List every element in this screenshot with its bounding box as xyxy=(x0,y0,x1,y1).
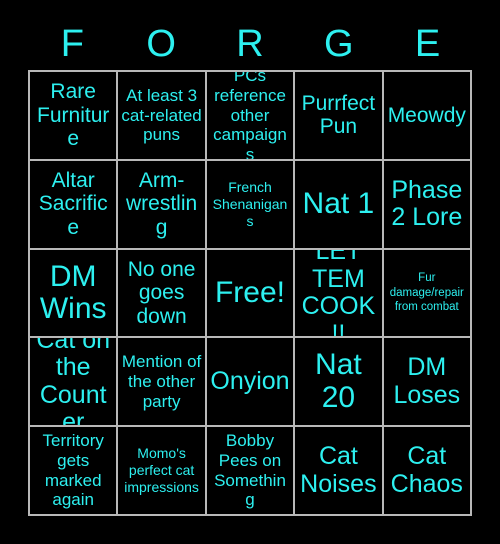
bingo-cell-label: Cat Noises xyxy=(300,442,377,498)
bingo-cell-r2c5[interactable]: Phase 2 Lore xyxy=(383,160,472,250)
bingo-cell-label: PCs reference other campaigns xyxy=(213,72,287,161)
bingo-cell-label: Purrfect Pun xyxy=(301,91,376,139)
bingo-cell-label: LET TEM COOK!! xyxy=(301,249,376,339)
bingo-cell-r5c5[interactable]: Cat Chaos xyxy=(383,427,472,516)
bingo-cell-label: At least 3 cat-related puns xyxy=(121,85,202,145)
bingo-cell-label: Fur damage/repair from combat xyxy=(389,272,464,314)
header-letter-4: G xyxy=(324,23,354,65)
bingo-cell-label: DM Loses xyxy=(393,353,461,409)
bingo-cell-r1c2[interactable]: At least 3 cat-related puns xyxy=(118,72,207,161)
header-letter-3: R xyxy=(236,23,264,65)
bingo-cell-r1c5[interactable]: Meowdy xyxy=(383,72,472,161)
bingo-cell-r4c4[interactable]: Nat 20 xyxy=(295,338,384,428)
bingo-free-label: Free! xyxy=(214,275,285,309)
bingo-cell-r2c4[interactable]: Nat 1 xyxy=(295,160,384,250)
bingo-cell-r5c2[interactable]: Momo's perfect cat impressions xyxy=(118,427,207,516)
bingo-cell-r3c1[interactable]: DM Wins xyxy=(30,249,119,339)
bingo-cell-r3c4[interactable]: LET TEM COOK!! xyxy=(295,249,384,339)
bingo-cell-r4c3[interactable]: Onyion xyxy=(206,338,296,428)
bingo-cell-label: No one goes down xyxy=(127,257,196,328)
bingo-cell-label: Mention of the other party xyxy=(121,352,202,411)
bingo-cell-label: Territory gets marked again xyxy=(42,431,104,510)
bingo-cell-label: Nat 20 xyxy=(315,348,362,414)
bingo-cell-r4c5[interactable]: DM Loses xyxy=(383,338,472,428)
bingo-cell-r4c1[interactable]: Cat on the Counter xyxy=(30,338,119,428)
bingo-cell-free[interactable]: Free! xyxy=(206,249,296,339)
bingo-cell-label: Momo's perfect cat impressions xyxy=(124,445,199,495)
header-letter-2: O xyxy=(146,23,176,65)
bingo-cell-r3c5[interactable]: Fur damage/repair from combat xyxy=(383,249,472,339)
header-letter-1: F xyxy=(60,23,84,65)
bingo-cell-r1c3[interactable]: PCs reference other campaigns xyxy=(206,72,296,161)
bingo-cell-label: Arm-wrestling xyxy=(126,168,198,239)
bingo-cell-r2c2[interactable]: Arm-wrestling xyxy=(118,160,207,250)
header-letter-5: E xyxy=(414,23,441,65)
bingo-cell-r2c3[interactable]: French Shenanigans xyxy=(206,160,296,250)
bingo-cell-r5c1[interactable]: Territory gets marked again xyxy=(30,427,119,516)
bingo-cell-r3c2[interactable]: No one goes down xyxy=(118,249,207,339)
bingo-cell-label: Meowdy xyxy=(387,103,466,127)
bingo-cell-label: Bobby Pees on Something xyxy=(214,431,286,510)
bingo-cell-label: Rare Furniture xyxy=(37,80,110,151)
bingo-cell-r5c4[interactable]: Cat Noises xyxy=(295,427,384,516)
bingo-cell-label: DM Wins xyxy=(39,259,107,325)
bingo-cell-r5c3[interactable]: Bobby Pees on Something xyxy=(206,427,296,516)
bingo-cell-label: French Shenanigans xyxy=(212,179,288,229)
bingo-cell-r1c4[interactable]: Purrfect Pun xyxy=(295,72,384,161)
bingo-cell-r1c1[interactable]: Rare Furniture xyxy=(30,72,119,161)
bingo-header-row: F O R G E xyxy=(28,18,472,70)
bingo-cell-r4c2[interactable]: Mention of the other party xyxy=(118,338,207,428)
bingo-cell-label: Onyion xyxy=(210,367,290,396)
bingo-cell-label: Phase 2 Lore xyxy=(391,175,463,232)
bingo-cell-label: Nat 1 xyxy=(302,187,375,220)
bingo-grid: Rare Furniture At least 3 cat-related pu… xyxy=(28,70,472,516)
bingo-cell-label: Cat on the Counter xyxy=(36,338,111,428)
bingo-card: F O R G E Rare Furniture At least 3 cat-… xyxy=(0,0,500,544)
bingo-cell-label: Cat Chaos xyxy=(390,442,463,498)
bingo-cell-r2c1[interactable]: Altar Sacrifice xyxy=(30,160,119,250)
bingo-cell-label: Altar Sacrifice xyxy=(38,168,108,239)
